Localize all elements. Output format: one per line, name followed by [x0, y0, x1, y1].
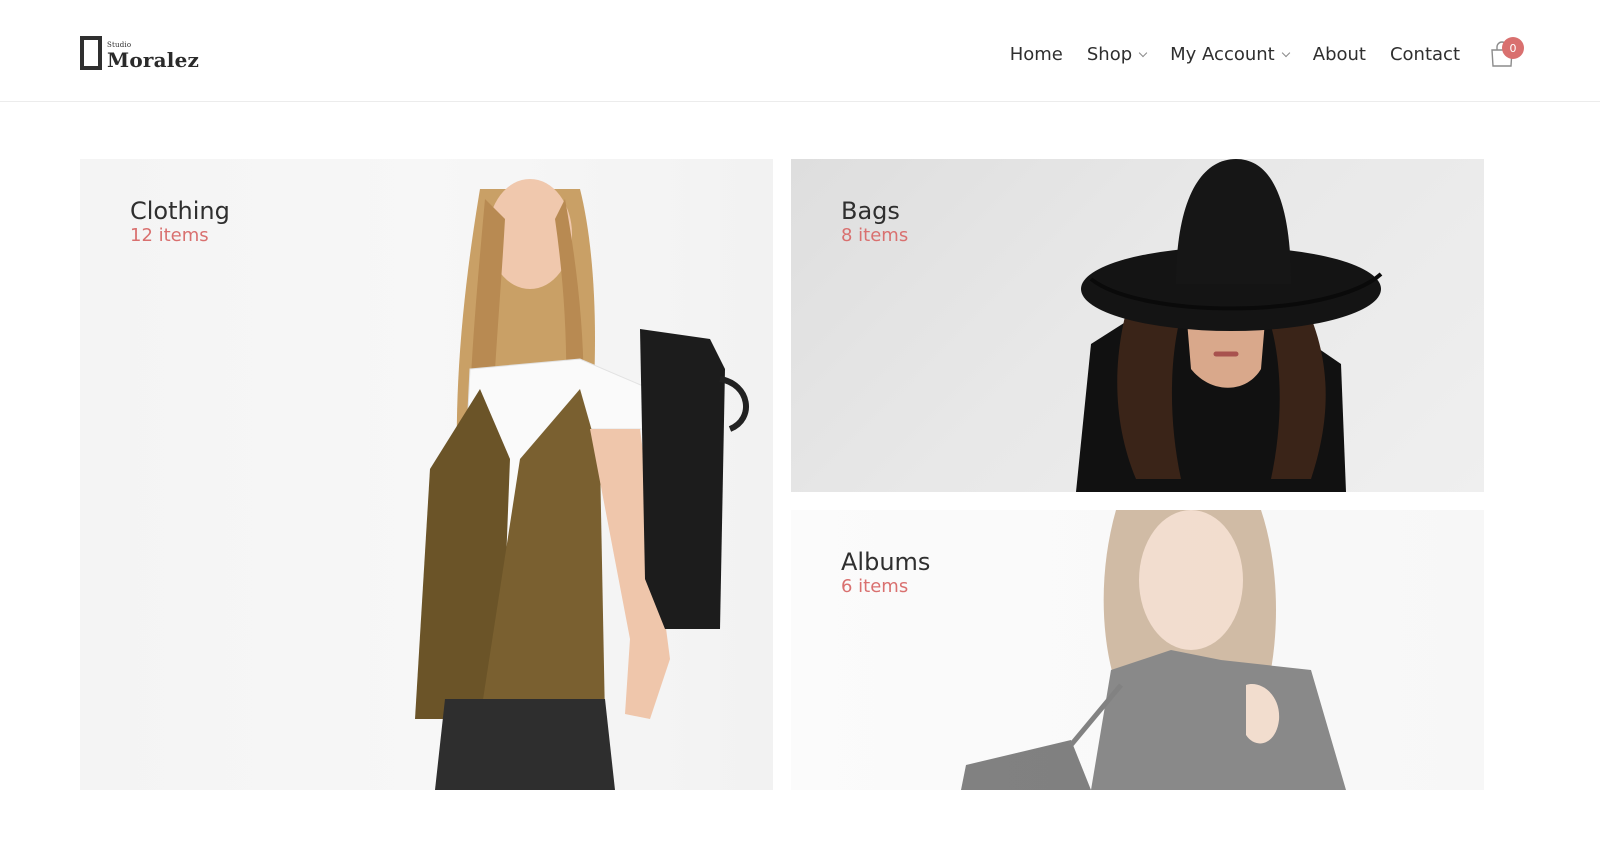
logo-name-text: Moralez: [107, 48, 200, 72]
category-count: 12 items: [130, 225, 209, 246]
nav-home[interactable]: Home: [1010, 44, 1063, 65]
chevron-down-icon: [1281, 48, 1290, 57]
nav-shop-label: Shop: [1086, 43, 1133, 65]
nav-about[interactable]: About: [1313, 44, 1366, 65]
site-logo[interactable]: Studio Moralez: [80, 36, 199, 70]
category-title[interactable]: Albums: [841, 548, 930, 576]
nav-my-account[interactable]: My Account: [1170, 43, 1290, 65]
logo-text: Studio Moralez: [107, 42, 200, 72]
main-navigation: Home Shop My Account About Contact: [1010, 40, 1460, 68]
clothing-model-image: [415, 179, 749, 790]
nav-contact[interactable]: Contact: [1390, 44, 1460, 65]
site-header: Studio Moralez Home Shop My Account Abou…: [0, 0, 1600, 102]
category-card-clothing[interactable]: Clothing 12 items: [80, 159, 773, 790]
category-title[interactable]: Bags: [841, 197, 900, 225]
category-title[interactable]: Clothing: [130, 197, 230, 225]
nav-my-account-label: My Account: [1170, 43, 1275, 65]
cart-button[interactable]: 0: [1490, 37, 1524, 67]
category-card-bags[interactable]: Bags 8 items: [791, 159, 1484, 492]
chevron-down-icon: [1138, 48, 1148, 57]
category-count: 6 items: [841, 576, 909, 597]
nav-shop[interactable]: Shop: [1086, 43, 1148, 65]
category-card-albums[interactable]: Albums 6 items: [791, 510, 1484, 790]
category-count: 8 items: [841, 225, 909, 246]
logo-mark-icon: [80, 36, 102, 70]
cart-count-badge: 0: [1502, 37, 1524, 59]
